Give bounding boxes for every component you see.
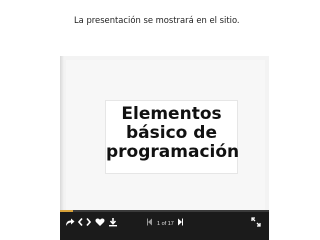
slide-title-box: Elementos básico de programación (105, 100, 240, 174)
page-indicator: 1 of 17 (157, 221, 174, 227)
previous-slide-icon[interactable] (146, 217, 154, 227)
next-slide-icon[interactable] (176, 217, 184, 227)
progress-fill (60, 210, 73, 212)
download-icon[interactable] (108, 217, 118, 227)
player-toolbar: 1 of 17 (60, 210, 269, 240)
slide-title: Elementos básico de programación (106, 104, 240, 162)
share-icon[interactable] (65, 217, 75, 227)
slide-title-line-3: programación (106, 142, 240, 162)
slideshow-player: Elementos básico de programación 1 of 17 (60, 56, 269, 240)
slide-title-line-2: básico de (126, 123, 217, 143)
page-caption: La presentación se mostrará en el sitio. (74, 15, 240, 25)
slide-edge-shade (60, 56, 64, 210)
progress-bar[interactable] (60, 210, 269, 212)
embed-icon[interactable] (78, 217, 91, 227)
like-icon[interactable] (95, 217, 105, 227)
fullscreen-icon[interactable] (251, 217, 261, 227)
slide-canvas: Elementos básico de programación (66, 60, 265, 210)
slide-title-line-1: Elementos (121, 104, 222, 124)
